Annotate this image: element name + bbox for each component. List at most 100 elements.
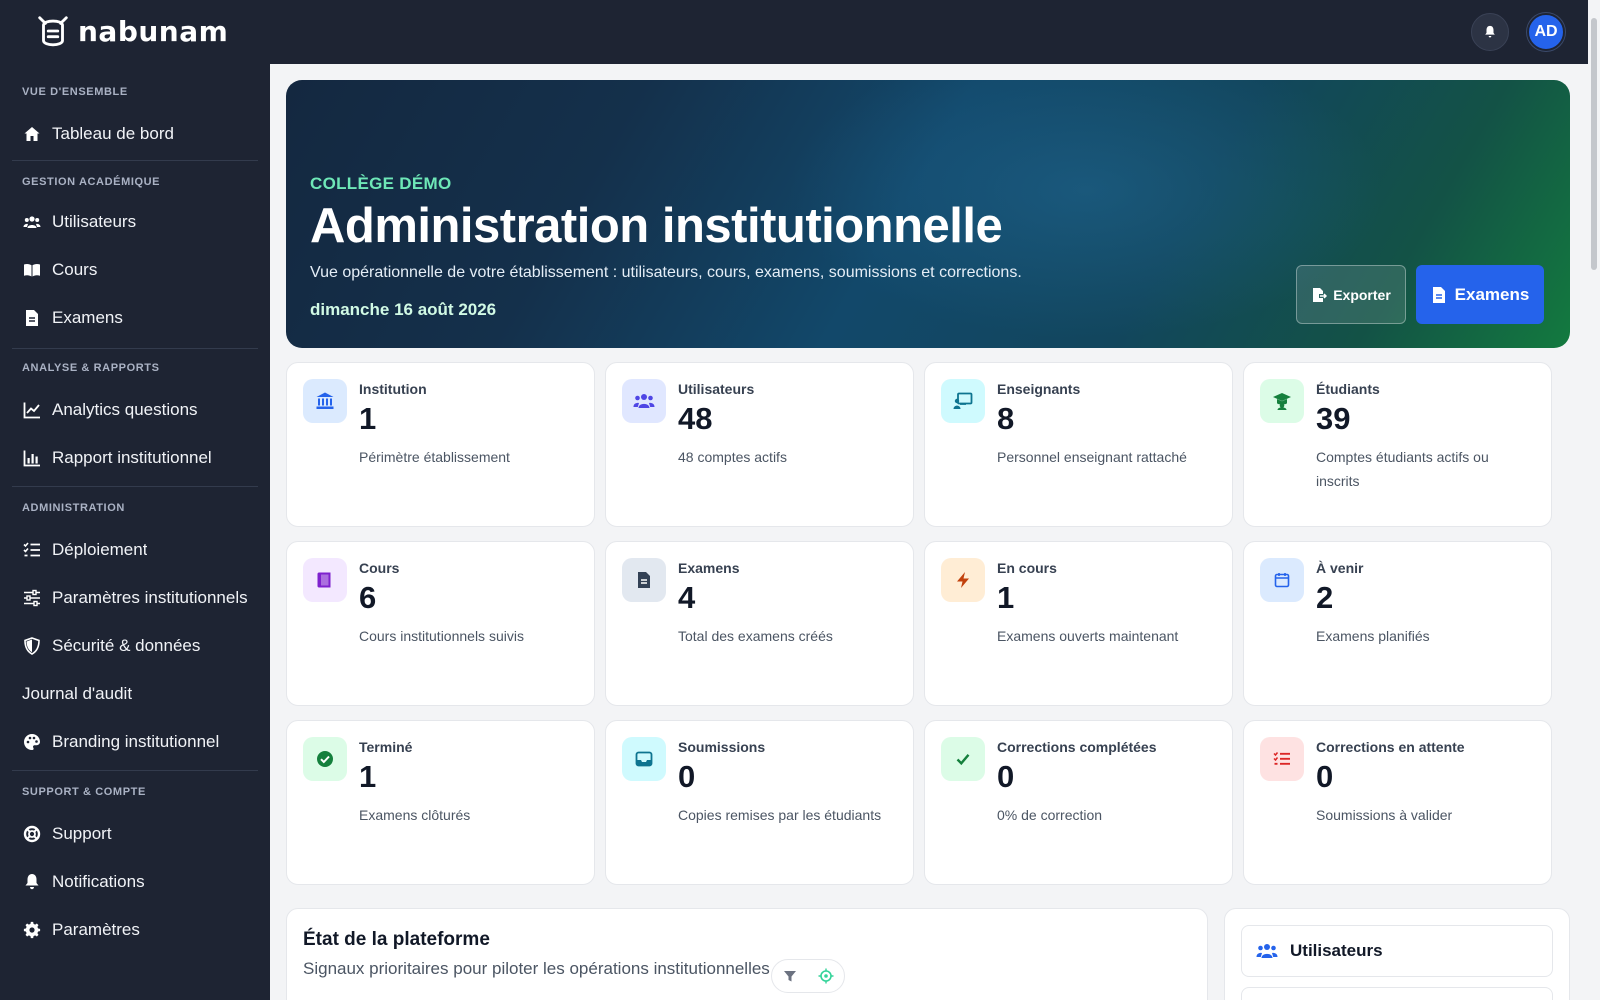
logo-icon (38, 16, 68, 47)
sidebar-item-label: Notifications (52, 872, 145, 891)
institution-name: COLLÈGE DÉMO (310, 174, 452, 193)
sidebar-item-branding[interactable]: Branding institutionnel (12, 722, 258, 762)
sidebar-item-settings[interactable]: Paramètres (12, 910, 258, 950)
sidebar-section-administration: ADMINISTRATION (22, 502, 125, 514)
quick-link-users[interactable]: Utilisateurs (1241, 925, 1553, 977)
sidebar-item-audit-log[interactable]: Journal d'audit (12, 674, 258, 714)
stat-label: Terminé (359, 739, 413, 755)
stat-value: 1 (997, 580, 1015, 615)
stat-description: Examens planifiés (1316, 628, 1430, 644)
stat-value: 2 (1316, 580, 1334, 615)
book-icon (303, 558, 347, 602)
sidebar-item-dashboard[interactable]: Tableau de bord (12, 114, 258, 154)
calendar-icon (1260, 558, 1304, 602)
current-date: dimanche 16 août 2026 (310, 300, 497, 319)
stat-card[interactable]: En cours 1 Examens ouverts maintenant (924, 541, 1233, 706)
sidebar-divider (12, 160, 258, 161)
lifebuoy-icon (22, 824, 42, 844)
app-logo[interactable]: nabunam (34, 12, 228, 50)
sidebar-item-support[interactable]: Support (12, 814, 258, 854)
stat-description: 0% de correction (997, 807, 1103, 823)
notifications-button[interactable] (1471, 13, 1509, 51)
bolt-icon (941, 558, 985, 602)
page-subtitle: Vue opérationnelle de votre établissemen… (310, 264, 1022, 281)
sidebar-divider (12, 770, 258, 771)
stat-card[interactable]: Soumissions 0 Copies remises par les étudi… (605, 720, 914, 885)
stat-card[interactable]: Examens 4 Total des examens créés (605, 541, 914, 706)
sidebar-item-label: Paramètres (52, 920, 140, 939)
sidebar-item-security-data[interactable]: Sécurité & données (12, 626, 258, 666)
file-icon (1432, 286, 1445, 303)
scrollbar-thumb[interactable] (1591, 18, 1597, 270)
floating-toolbar[interactable] (771, 959, 845, 993)
bell-icon (1485, 25, 1495, 38)
gear-icon (22, 920, 42, 940)
sidebar-item-users[interactable]: Utilisateurs (12, 202, 258, 242)
stat-description: Examens ouverts maintenant (997, 628, 1179, 644)
sidebar-item-label: Paramètres institutionnels (52, 588, 248, 607)
sidebar-section-support: SUPPORT & COMPTE (22, 786, 146, 798)
stat-card[interactable]: Corrections en attente 0 Soumissions à val… (1243, 720, 1552, 885)
stat-description: Périmètre établissement (359, 449, 510, 465)
institution-icon (303, 379, 347, 423)
quick-link-label: Utilisateurs (1290, 941, 1383, 960)
stat-card[interactable]: Terminé 1 Examens clôturés (286, 720, 595, 885)
stat-value: 1 (359, 401, 377, 436)
stat-label: Cours (359, 560, 400, 576)
user-avatar[interactable]: AD (1527, 13, 1565, 51)
teacher-icon (941, 379, 985, 423)
stat-value: 39 (1316, 401, 1351, 436)
top-bar: nabunam AD (0, 0, 1600, 64)
stat-value: 48 (678, 401, 713, 436)
stat-value: 0 (678, 759, 696, 794)
stat-label: Étudiants (1316, 381, 1380, 397)
file-export-icon (1313, 287, 1328, 302)
sidebar-item-label: Journal d'audit (22, 684, 133, 703)
stat-label: À venir (1316, 560, 1364, 576)
sidebar-item-notifications[interactable]: Notifications (12, 862, 258, 902)
stat-card[interactable]: Utilisateurs 48 48 comptes actifs (605, 362, 914, 527)
stat-label: Utilisateurs (678, 381, 755, 397)
exams-button[interactable]: Examens (1416, 265, 1544, 324)
sidebar-item-institution-settings[interactable]: Paramètres institutionnels (12, 578, 258, 618)
target-icon[interactable] (818, 968, 834, 984)
book-icon (22, 260, 42, 280)
stat-description: Cours institutionnels suivis (359, 628, 524, 644)
bar-chart-icon (22, 448, 42, 468)
sidebar-item-analytics-questions[interactable]: Analytics questions (12, 390, 258, 430)
export-button[interactable]: Exporter (1296, 265, 1406, 324)
filter-icon[interactable] (783, 969, 797, 983)
stat-card[interactable]: Enseignants 8 Personnel enseignant rattach… (924, 362, 1233, 527)
sidebar-item-exams[interactable]: Examens (12, 298, 258, 338)
stat-value: 8 (997, 401, 1015, 436)
sidebar-divider (12, 348, 258, 349)
sidebar-section-analytics: ANALYSE & RAPPORTS (22, 362, 160, 374)
stat-description: Copies remises par les étudiants (678, 807, 882, 823)
stat-description: Soumissions à valider (1316, 807, 1453, 823)
stat-card[interactable]: Corrections complétées 0 0% de correction (924, 720, 1233, 885)
sidebar-divider (12, 486, 258, 487)
sidebar-section-overview: VUE D'ENSEMBLE (22, 86, 128, 98)
stat-label: Enseignants (997, 381, 1081, 397)
panel-title: État de la plateforme (303, 929, 490, 950)
stat-value: 6 (359, 580, 377, 615)
sidebar-item-courses[interactable]: Cours (12, 250, 258, 290)
stat-description: Comptes étudiants actifs ou inscrits (1316, 449, 1489, 489)
quick-links-panel: Utilisateurs (1224, 908, 1570, 1000)
stat-label: Examens (678, 560, 740, 576)
sidebar-item-institutional-report[interactable]: Rapport institutionnel (12, 438, 258, 478)
stat-card[interactable]: Étudiants 39 Comptes étudiants actifs ou i… (1243, 362, 1552, 527)
sidebar-item-deployment[interactable]: Déploiement (12, 530, 258, 570)
stat-card[interactable]: Institution 1 Périmètre établissement (286, 362, 595, 527)
users-icon (22, 212, 42, 232)
quick-link-next[interactable] (1241, 987, 1553, 1000)
stat-card[interactable]: À venir 2 Examens planifiés (1243, 541, 1552, 706)
users-icon (622, 379, 666, 423)
stat-description: Total des examens créés (678, 628, 833, 644)
platform-status-panel: État de la plateforme Signaux prioritair… (286, 908, 1208, 1000)
sliders-icon (22, 588, 42, 608)
sidebar-item-label: Support (52, 824, 112, 843)
stat-card[interactable]: Cours 6 Cours institutionnels suivis (286, 541, 595, 706)
file-icon (22, 308, 42, 328)
home-icon (22, 124, 42, 144)
